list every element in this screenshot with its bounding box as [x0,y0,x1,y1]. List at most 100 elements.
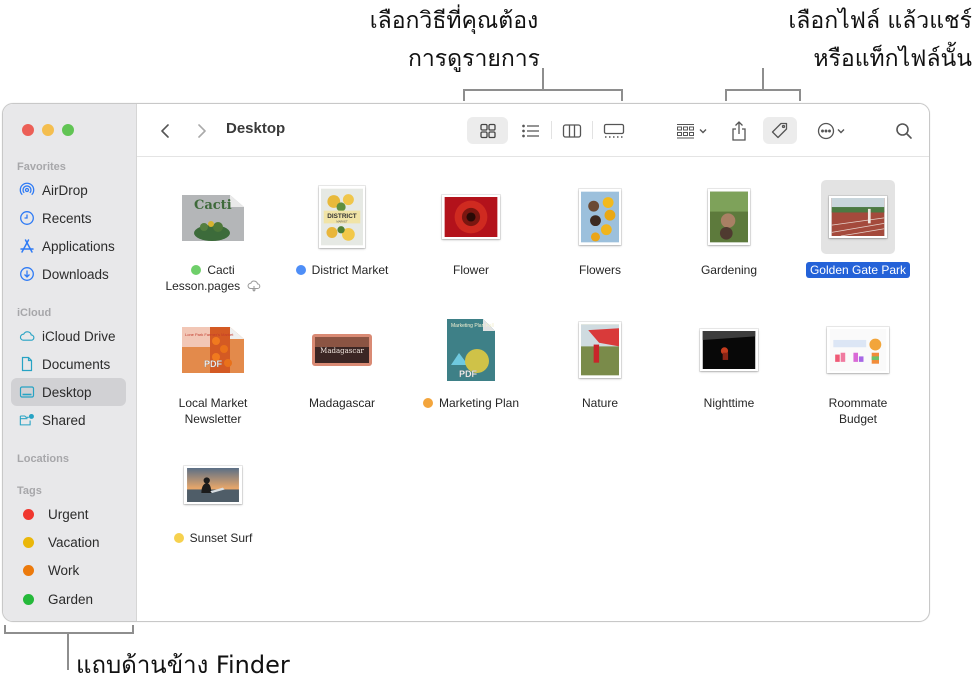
file-item-marketing-plan[interactable]: Marketing Plan Fall 2019 PDF Marketing P… [406,313,536,411]
file-name-line-2: Newsletter [184,412,242,426]
tag-icon [771,122,788,138]
chevron-right-icon [198,123,206,138]
applications-icon [19,238,35,254]
sidebar-item-desktop[interactable]: Desktop [11,378,126,406]
sidebar-item-applications[interactable]: Applications [11,232,126,260]
callout-view-options: เลือกวิธีที่คุณต้อง การดูรายการ [339,2,569,78]
zoom-window-button[interactable] [62,124,74,136]
thumbnail-text: Madagascar [320,347,364,355]
file-item-roommate-budget[interactable]: Roommate Budget [793,313,923,427]
flowers-thumbnail [579,189,621,245]
file-name-line-2: Budget [838,412,878,426]
back-button[interactable] [155,117,175,144]
gallery-view-button[interactable] [596,117,632,144]
nighttime-thumbnail [700,329,758,371]
file-thumbnail [434,180,508,254]
file-name: Flowers [578,263,621,277]
nature-thumbnail [579,322,621,378]
file-thumbnail [563,313,637,387]
sidebar-item-label: Vacation [48,534,100,550]
file-thumbnail: DISTRICT MARKET [305,180,379,254]
window-title: Desktop [226,120,286,137]
clock-icon [19,210,35,226]
sidebar: Favorites AirDrop Recents Applications D… [3,104,137,621]
sidebar-tag-urgent[interactable]: Urgent [11,500,126,528]
sidebar-tag-work[interactable]: Work [11,556,126,584]
tag-button[interactable] [763,117,797,144]
file-item-nature[interactable]: Nature [535,313,665,411]
file-name-line-1: Local Market [178,396,248,410]
gallery-view-icon [603,123,625,138]
file-item-golden-gate-park[interactable]: Golden Gate Park [793,180,923,278]
toolbar-separator [551,121,552,139]
file-thumbnail [563,180,637,254]
sidebar-item-shared[interactable]: Shared [11,406,126,434]
icloud-download-icon[interactable] [247,280,261,292]
tag-color-dot [23,593,34,605]
search-button[interactable] [891,117,917,144]
close-window-button[interactable] [22,124,34,136]
district-market-thumbnail: DISTRICT MARKET [319,186,365,248]
group-by-button[interactable] [671,117,713,144]
file-thumbnail: Cacti [176,180,250,254]
sidebar-item-airdrop[interactable]: AirDrop [11,176,126,204]
more-actions-button[interactable] [809,117,853,144]
callout-bracket [725,89,801,91]
column-view-button[interactable] [554,117,590,144]
pdf-badge: PDF [204,359,223,369]
download-icon [19,266,35,282]
file-thumbnail [176,448,250,522]
file-thumbnail [821,180,895,254]
pdf-document-icon: Marketing Plan Fall 2019 PDF [447,319,495,381]
pdf-document-icon: Lone Park Farmer's Market PDF [182,327,244,373]
file-name: Madagascar [308,396,376,410]
callout-sidebar: แถบด้านข้าง Finder [76,651,290,679]
minimize-window-button[interactable] [42,124,54,136]
column-view-icon [562,123,582,138]
sidebar-item-label: Garden [48,591,94,607]
file-name-text: Sunset Surf [189,531,253,545]
sidebar-item-label: Applications [42,238,115,254]
forward-button[interactable] [192,117,212,144]
sidebar-item-icloud-drive[interactable]: iCloud Drive [11,322,126,350]
file-item-gardening[interactable]: Gardening [664,180,794,278]
pages-document-icon: Cacti [182,195,244,241]
tag-color-dot [295,265,306,275]
file-item-nighttime[interactable]: Nighttime [664,313,794,411]
tag-color-dot [23,564,34,576]
gardening-thumbnail [708,189,750,245]
sidebar-item-label: iCloud Drive [42,328,116,344]
file-grid: Cacti Cacti Lesson.pages DISTRICT MARKET [137,158,929,621]
file-item-flowers[interactable]: Flowers [535,180,665,278]
icon-view-button[interactable] [467,117,508,144]
callout-share-line-1: เลือกไฟล์ แล้วแชร์ [788,8,972,34]
thumbnail-text: Cacti [194,198,232,213]
sidebar-section-favorites: Favorites [17,161,66,173]
tag-color-dot [422,398,433,408]
golden-gate-park-thumbnail [829,196,887,238]
file-item-district-market[interactable]: DISTRICT MARKET District Market [277,180,407,278]
sidebar-item-downloads[interactable]: Downloads [11,260,126,288]
chevron-down-icon [699,128,707,133]
file-item-flower[interactable]: Flower [406,180,536,278]
file-item-cacti-lesson[interactable]: Cacti Cacti Lesson.pages [148,180,278,294]
sidebar-item-label: Shared [42,412,86,428]
file-item-local-market-newsletter[interactable]: Lone Park Farmer's Market PDF Local Mark… [148,313,278,427]
thumbnail-text: MARKET [336,219,348,223]
sidebar-tag-garden[interactable]: Garden [11,585,126,613]
sidebar-tag-vacation[interactable]: Vacation [11,528,126,556]
sidebar-item-recents[interactable]: Recents [11,204,126,232]
tag-color-dot [191,265,202,275]
file-item-sunset-surf[interactable]: Sunset Surf [148,448,278,546]
group-by-icon [677,123,694,138]
sidebar-item-documents[interactable]: Documents [11,350,126,378]
callout-view-line-1: เลือกวิธีที่คุณต้อง [369,8,539,34]
file-name: Sunset Surf [173,530,253,546]
file-item-madagascar[interactable]: Madagascar Madagascar [277,313,407,411]
file-name: Marketing Plan [422,395,519,411]
file-name-line-1: Roommate [828,396,888,410]
file-name-text: District Market [311,263,389,277]
list-view-button[interactable] [513,117,549,144]
callout-bracket [132,625,134,634]
share-button[interactable] [725,117,753,144]
